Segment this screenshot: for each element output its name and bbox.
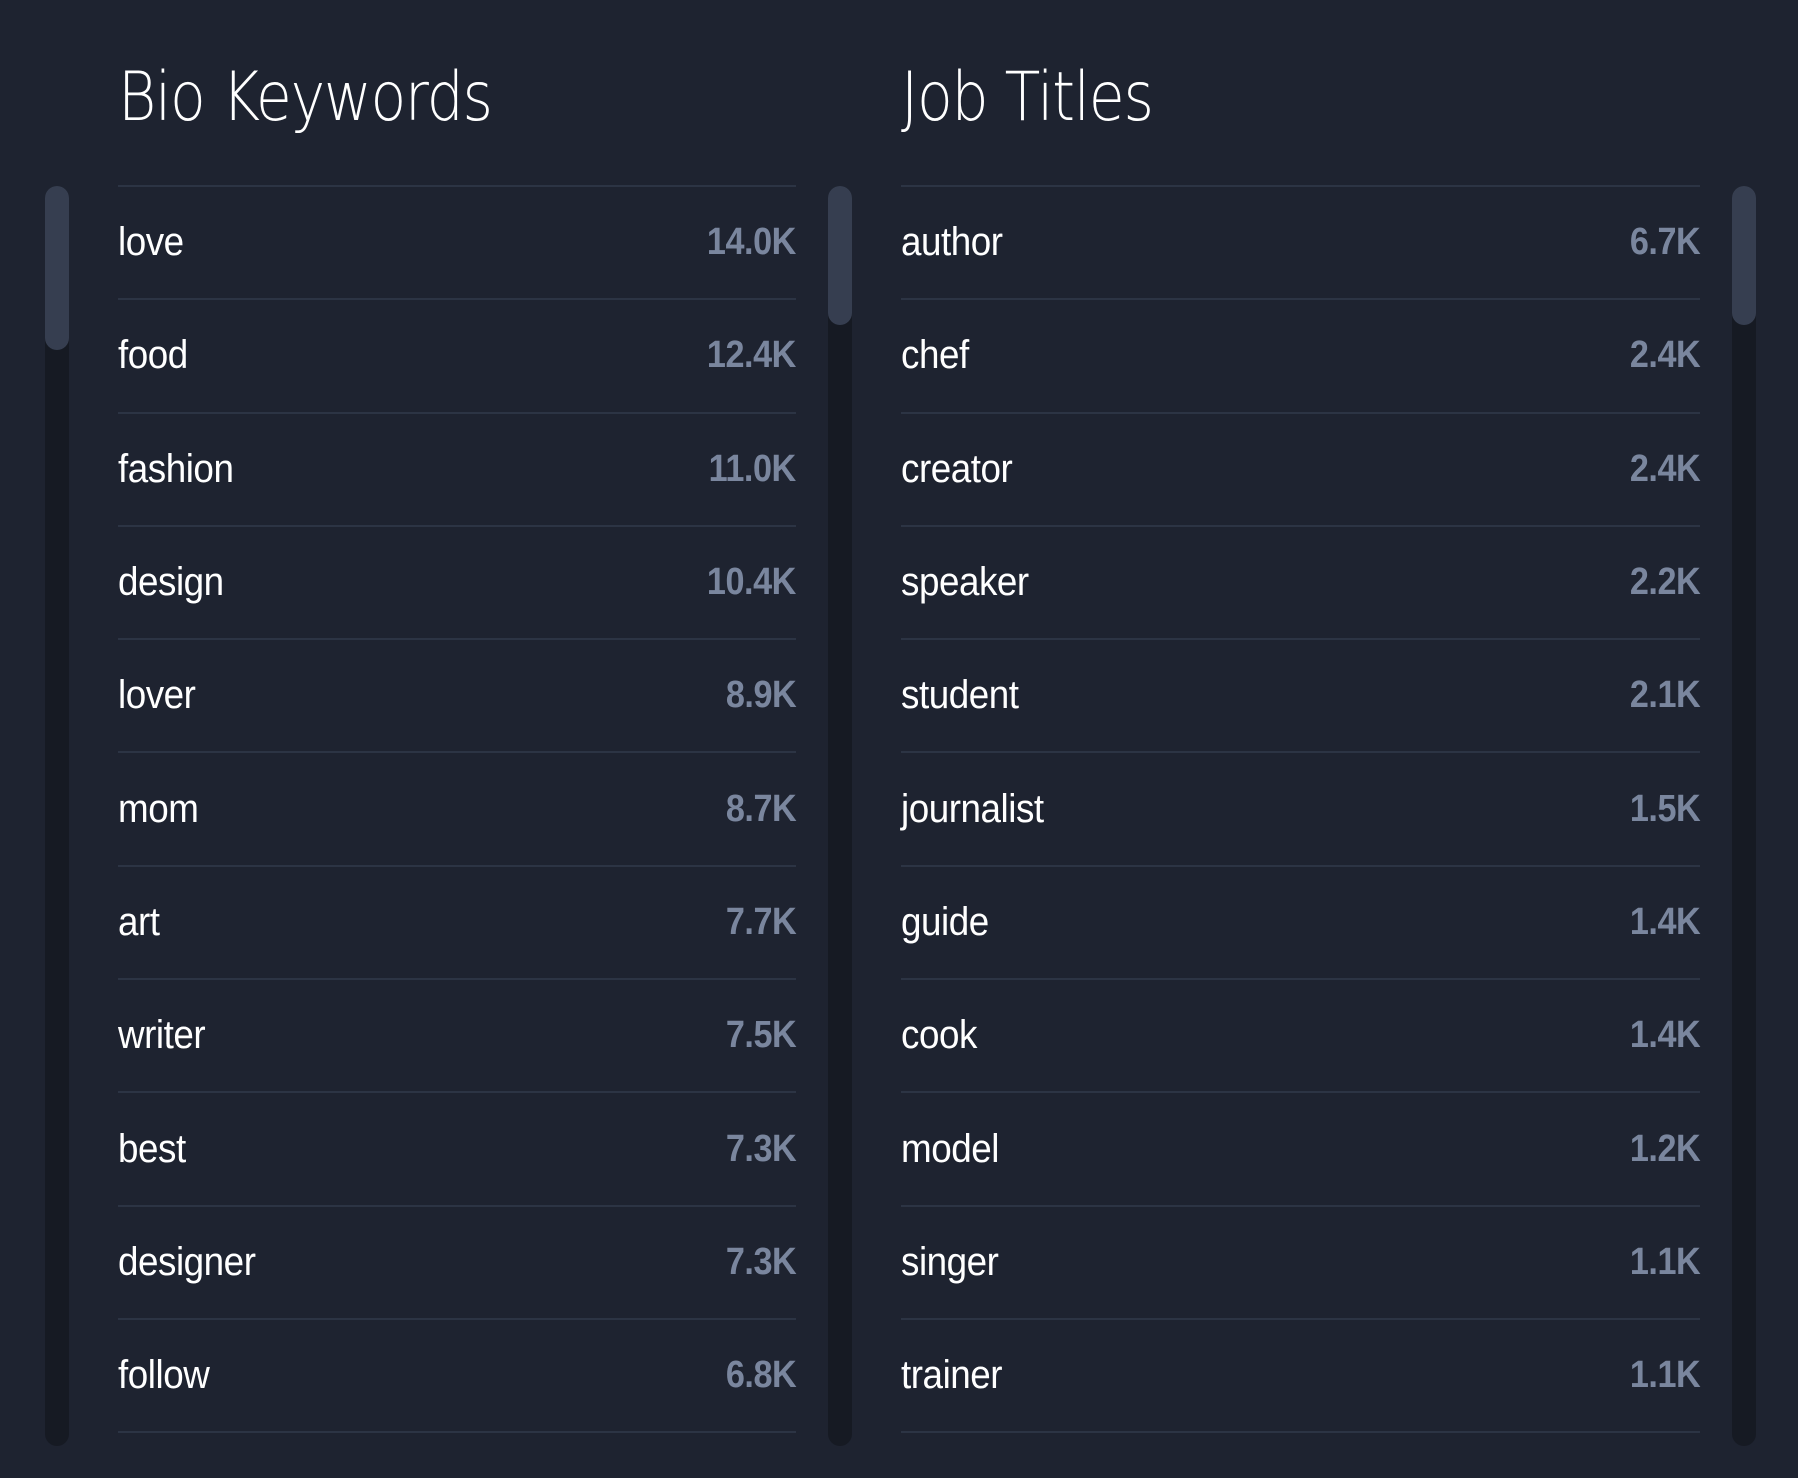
item-count: 14.0K [706, 221, 796, 264]
item-count: 2.1K [1629, 674, 1701, 717]
item-count: 7.3K [725, 1127, 797, 1170]
item-label: speaker [901, 560, 1029, 605]
job-titles-item[interactable]: chef 2.4K [901, 300, 1701, 414]
item-count: 1.4K [1629, 1014, 1701, 1057]
item-count: 2.2K [1629, 561, 1701, 604]
job-titles-item[interactable]: guide 1.4K [901, 867, 1701, 981]
item-count: 10.4K [706, 561, 796, 604]
bio-keywords-scrollbar-thumb[interactable] [828, 186, 852, 325]
item-count: 6.8K [725, 1354, 797, 1397]
item-count: 2.4K [1629, 334, 1701, 377]
item-count: 7.3K [725, 1240, 797, 1283]
item-label: art [118, 899, 160, 944]
item-label: creator [901, 446, 1013, 491]
job-titles-item[interactable]: creator 2.4K [901, 414, 1700, 527]
item-label: lover [118, 673, 196, 718]
bio-keywords-item[interactable]: love 14.0K [118, 187, 796, 301]
item-count: 7.7K [725, 900, 797, 943]
item-count: 8.9K [725, 674, 797, 717]
item-count: 8.7K [725, 787, 797, 830]
item-label: author [901, 220, 1003, 265]
bio-keywords-item[interactable]: lover 8.9K [118, 640, 797, 754]
job-titles-item[interactable]: author 6.7K [901, 187, 1701, 301]
item-label: guide [901, 899, 989, 944]
item-label: cook [901, 1013, 977, 1058]
item-count: 2.4K [1629, 447, 1701, 490]
item-count: 7.5K [725, 1014, 797, 1057]
bio-keywords-item[interactable]: designer 7.3K [118, 1207, 796, 1320]
item-label: mom [118, 786, 199, 831]
page-scrollbar-thumb[interactable] [45, 186, 69, 350]
item-label: student [901, 673, 1019, 718]
item-count: 1.4K [1629, 900, 1701, 943]
bio-keywords-item[interactable]: writer 7.5K [118, 980, 797, 1094]
bio-keywords-scrollbar[interactable] [828, 186, 852, 1446]
bio-keywords-item[interactable]: art 7.7K [118, 867, 797, 981]
item-label: singer [901, 1239, 999, 1284]
item-label: writer [118, 1013, 206, 1058]
bio-keywords-title: Bio Keywords [118, 58, 493, 137]
bio-keywords-item[interactable]: mom 8.7K [118, 753, 797, 867]
job-titles-item[interactable]: student 2.1K [901, 640, 1701, 754]
item-label: journalist [901, 786, 1044, 831]
item-label: fashion [118, 446, 234, 491]
item-count: 6.7K [1629, 221, 1701, 264]
item-label: trainer [901, 1353, 1003, 1398]
job-titles-item[interactable]: trainer 1.1K [901, 1320, 1701, 1434]
bio-keywords-item[interactable]: food 12.4K [118, 300, 796, 414]
item-count: 1.1K [1629, 1354, 1701, 1397]
bio-keywords-list: love 14.0K food 12.4K fashion 11.0K desi… [118, 185, 797, 1434]
item-label: model [901, 1126, 999, 1171]
job-titles-item[interactable]: model 1.2K [901, 1093, 1701, 1207]
job-titles-item[interactable]: cook 1.4K [901, 980, 1701, 1094]
item-label: chef [901, 333, 969, 378]
bio-keywords-item[interactable]: design 10.4K [118, 527, 796, 641]
job-titles-title: Job Titles [901, 58, 1154, 137]
job-titles-scrollbar[interactable] [1732, 186, 1756, 1446]
item-count: 1.5K [1629, 787, 1701, 830]
job-titles-scrollbar-thumb[interactable] [1732, 186, 1756, 325]
item-label: designer [118, 1239, 256, 1284]
job-titles-item[interactable]: speaker 2.2K [901, 527, 1701, 641]
item-label: follow [118, 1353, 210, 1398]
item-count: 12.4K [706, 334, 796, 377]
bio-keywords-item[interactable]: fashion 11.0K [118, 414, 796, 527]
item-count: 11.0K [708, 447, 797, 490]
page-scrollbar[interactable] [45, 186, 69, 1446]
job-titles-item[interactable]: singer 1.1K [901, 1207, 1700, 1320]
job-titles-item[interactable]: journalist 1.5K [901, 753, 1701, 867]
item-label: design [118, 560, 224, 605]
item-label: best [118, 1126, 186, 1171]
bio-keywords-item[interactable]: follow 6.8K [118, 1320, 797, 1434]
item-count: 1.1K [1629, 1240, 1701, 1283]
item-count: 1.2K [1629, 1127, 1701, 1170]
job-titles-list: author 6.7K chef 2.4K creator 2.4K speak… [901, 185, 1701, 1434]
bio-keywords-item[interactable]: best 7.3K [118, 1093, 797, 1207]
item-label: food [118, 333, 188, 378]
item-label: love [118, 220, 184, 265]
